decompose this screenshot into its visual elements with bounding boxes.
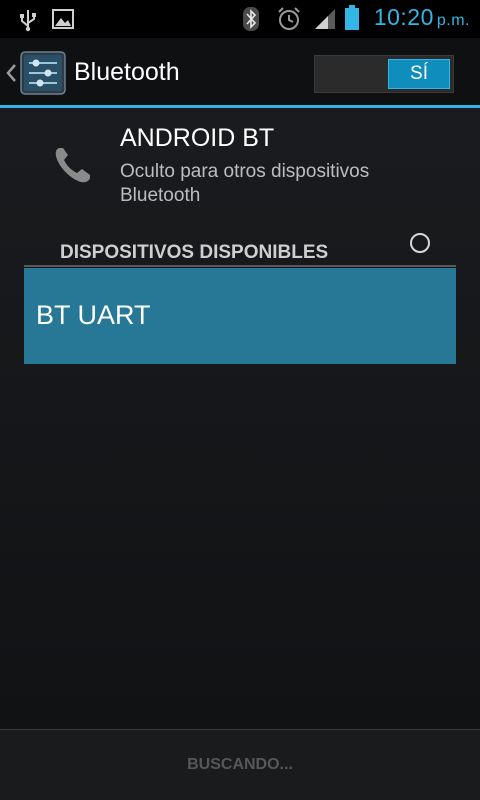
bluetooth-toggle[interactable]: SÍ xyxy=(314,55,454,93)
bottom-bar: BUSCANDO... xyxy=(0,729,480,800)
list-item-label: BT UART xyxy=(36,300,151,330)
toggle-on-label: SÍ xyxy=(388,59,450,89)
chevron-left-icon[interactable] xyxy=(4,58,18,88)
status-bar: 10:20 p.m. xyxy=(0,0,480,38)
signal-icon xyxy=(315,9,335,29)
scanning-spinner xyxy=(410,233,430,253)
image-icon xyxy=(52,9,74,29)
bluetooth-icon xyxy=(243,7,259,31)
battery-icon xyxy=(345,5,359,30)
device-name[interactable]: ANDROID BT xyxy=(120,124,274,153)
usb-icon xyxy=(20,10,36,32)
device-visibility[interactable]: Oculto para otros dispositivos Bluetooth xyxy=(120,160,450,208)
settings-sliders-icon[interactable] xyxy=(20,51,66,95)
scan-button[interactable]: BUSCANDO... xyxy=(0,730,480,800)
list-item[interactable]: BT UART xyxy=(24,268,456,364)
phone-icon xyxy=(55,148,90,183)
action-bar: Bluetooth SÍ xyxy=(0,38,480,108)
alarm-icon xyxy=(278,7,300,30)
section-header-available: DISPOSITIVOS DISPONIBLES xyxy=(60,242,329,263)
status-clock: 10:20 p.m. xyxy=(373,4,470,30)
section-divider xyxy=(24,265,456,267)
page-title: Bluetooth xyxy=(74,58,180,86)
